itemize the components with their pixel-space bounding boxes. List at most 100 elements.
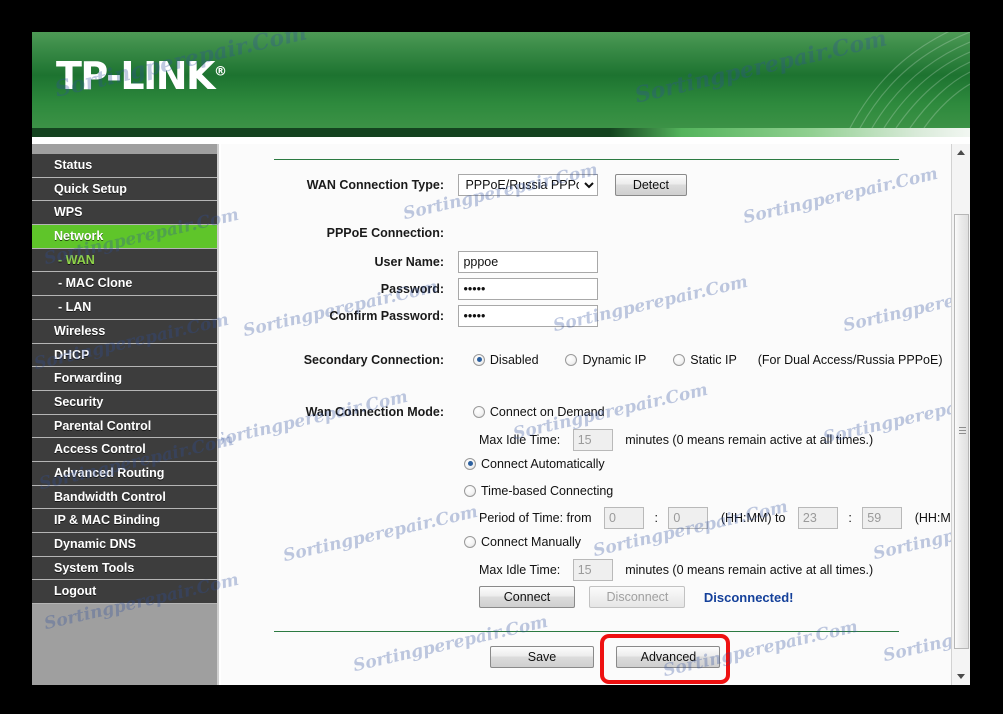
- period-from-hour-input[interactable]: [604, 507, 644, 529]
- registered-mark: ®: [213, 64, 227, 80]
- confirm-password-row: Confirm Password:: [274, 305, 599, 327]
- max-idle-time-label-1: Max Idle Time:: [479, 433, 561, 447]
- header-accent-bar: [32, 128, 970, 137]
- main-content: WAN Connection Type: PPPoE/Russia PPPoE …: [221, 144, 970, 685]
- sidebar-item-lan[interactable]: - LAN: [32, 296, 217, 320]
- sidebar-item-label: Status: [54, 158, 93, 172]
- max-idle-time-label-2: Max Idle Time:: [479, 563, 561, 577]
- secondary-static-ip-radio[interactable]: [673, 353, 686, 366]
- period-to-minute-input[interactable]: [862, 507, 903, 529]
- sidebar-item-label: System Tools: [54, 560, 135, 575]
- sidebar-navigation: Status Quick Setup WPS Network - WAN - MAC Cl…: [32, 144, 219, 685]
- disconnect-button[interactable]: Disconnect: [589, 586, 686, 608]
- save-button[interactable]: Save: [490, 646, 594, 668]
- connect-on-demand-radio[interactable]: [472, 405, 485, 418]
- wan-connection-mode-label: Wan Connection Mode:: [305, 404, 444, 419]
- sidebar-item-parental-control[interactable]: Parental Control: [32, 414, 217, 439]
- sidebar-item-dynamic-dns[interactable]: Dynamic DNS: [32, 533, 217, 557]
- sidebar-item-label: Access Control: [54, 442, 146, 457]
- scrollbar-thumb[interactable]: [954, 214, 969, 649]
- sidebar-item-logout[interactable]: Logout: [32, 580, 217, 605]
- confirm-password-input[interactable]: [458, 305, 599, 327]
- sidebar-item-quick-setup[interactable]: Quick Setup: [32, 177, 217, 202]
- sidebar-item-status[interactable]: Status: [32, 154, 217, 178]
- sidebar-item-system-tools[interactable]: System Tools: [32, 556, 217, 581]
- max-idle-time-row-1: Max Idle Time: minutes (0 means remain a…: [479, 429, 873, 451]
- period-to-hour-input[interactable]: [797, 507, 838, 529]
- period-from-minute-input[interactable]: [668, 507, 709, 529]
- max-idle-time-note-1: minutes (0 means remain active at all ti…: [625, 433, 874, 447]
- scroll-up-arrow-button[interactable]: [952, 144, 970, 161]
- username-row: User Name:: [274, 251, 599, 273]
- secondary-dynamic-ip-label[interactable]: Dynamic IP: [582, 353, 646, 367]
- connect-automatically-radio[interactable]: [464, 457, 476, 470]
- watermark: Sortingperepair.Com: [741, 163, 940, 229]
- router-admin-window: TP-LINK® Sortingperepair.Com Sortingpere…: [32, 32, 970, 685]
- form-actions-row: Save Advanced: [490, 646, 721, 668]
- body-container: Status Quick Setup WPS Network - WAN - MAC Cl…: [32, 144, 970, 685]
- sidebar-item-wireless[interactable]: Wireless: [32, 319, 217, 344]
- username-input[interactable]: [458, 251, 599, 273]
- sidebar-item-label: Parental Control: [54, 418, 152, 433]
- sidebar-item-label: Advanced Routing: [54, 465, 165, 480]
- sidebar-item-label: - WAN: [58, 252, 95, 267]
- sidebar-top-strip: [32, 144, 217, 154]
- time-based-connecting-radio[interactable]: [464, 484, 476, 497]
- sidebar-item-mac-clone[interactable]: - MAC Clone: [32, 272, 217, 297]
- scroll-down-arrow-button[interactable]: [952, 668, 970, 685]
- sidebar-item-bandwidth-control[interactable]: Bandwidth Control: [32, 485, 217, 510]
- wan-connection-type-select[interactable]: PPPoE/Russia PPPoE: [458, 174, 599, 196]
- sidebar-item-dhcp[interactable]: DHCP: [32, 343, 217, 368]
- pppoe-section-label: PPPoE Connection:: [326, 225, 444, 240]
- header-gap: [32, 137, 970, 144]
- time-based-connecting-label[interactable]: Time-based Connecting: [481, 484, 613, 498]
- watermark: Sortingperepair.Com: [281, 501, 480, 567]
- max-idle-time-input-1[interactable]: [572, 429, 613, 451]
- connect-manually-radio[interactable]: [464, 535, 476, 548]
- sidebar-item-label: Forwarding: [54, 371, 123, 386]
- sidebar-item-wan[interactable]: - WAN: [32, 248, 217, 273]
- header-accent-fade: [610, 128, 970, 137]
- sidebar-item-wps[interactable]: WPS: [32, 201, 217, 226]
- sidebar-item-label: Dynamic DNS: [54, 537, 136, 551]
- advanced-button[interactable]: Advanced: [616, 646, 721, 668]
- sidebar-item-label: - MAC Clone: [58, 276, 133, 291]
- vertical-scrollbar[interactable]: [951, 144, 970, 685]
- sidebar-item-label: Quick Setup: [54, 181, 127, 196]
- secondary-connection-note: (For Dual Access/Russia PPPoE): [757, 352, 943, 367]
- secondary-disabled-radio[interactable]: [472, 353, 485, 366]
- connect-button[interactable]: Connect: [479, 586, 575, 608]
- sidebar-item-ip-mac-binding[interactable]: IP & MAC Binding: [32, 509, 217, 533]
- period-colon-2: :: [848, 511, 852, 525]
- connect-actions-row: Connect Disconnect Disconnected!: [479, 586, 793, 608]
- username-label: User Name:: [374, 255, 444, 269]
- header-decorative-swoosh: [849, 32, 970, 128]
- detect-button[interactable]: Detect: [614, 174, 687, 196]
- max-idle-time-input-2[interactable]: [572, 559, 613, 581]
- sidebar-item-access-control[interactable]: Access Control: [32, 438, 217, 462]
- sidebar-item-advanced-routing[interactable]: Advanced Routing: [32, 461, 217, 486]
- wan-connection-type-label: WAN Connection Type:: [306, 178, 444, 192]
- period-of-time-label: Period of Time: from: [479, 511, 592, 525]
- password-row: Password:: [274, 278, 599, 300]
- connect-manually-label[interactable]: Connect Manually: [481, 535, 581, 549]
- password-label: Password:: [380, 282, 444, 296]
- watermark: Sortingperepair.Com: [632, 32, 890, 109]
- period-colon-1: :: [654, 511, 658, 525]
- connect-automatically-label[interactable]: Connect Automatically: [481, 457, 605, 471]
- sidebar-item-network[interactable]: Network: [32, 225, 217, 249]
- max-idle-time-note-2: minutes (0 means remain active at all ti…: [625, 563, 874, 577]
- wan-connection-type-row: WAN Connection Type: PPPoE/Russia PPPoE …: [274, 174, 687, 196]
- secondary-dynamic-ip-radio[interactable]: [565, 353, 578, 366]
- connect-on-demand-label[interactable]: Connect on Demand: [490, 405, 605, 419]
- sidebar-item-forwarding[interactable]: Forwarding: [32, 367, 217, 391]
- sidebar-item-label: WPS: [54, 205, 83, 220]
- password-input[interactable]: [458, 278, 599, 300]
- sidebar-item-label: Bandwidth Control: [54, 489, 166, 504]
- period-of-time-row: Period of Time: from : (HH:MM) to : (HH:…: [479, 507, 965, 529]
- brand-text: TP-LINK: [56, 54, 215, 98]
- sidebar-item-security[interactable]: Security: [32, 390, 217, 415]
- connect-manually-row: Connect Manually: [464, 533, 581, 551]
- secondary-static-ip-label[interactable]: Static IP: [690, 353, 737, 367]
- secondary-disabled-label[interactable]: Disabled: [490, 353, 539, 367]
